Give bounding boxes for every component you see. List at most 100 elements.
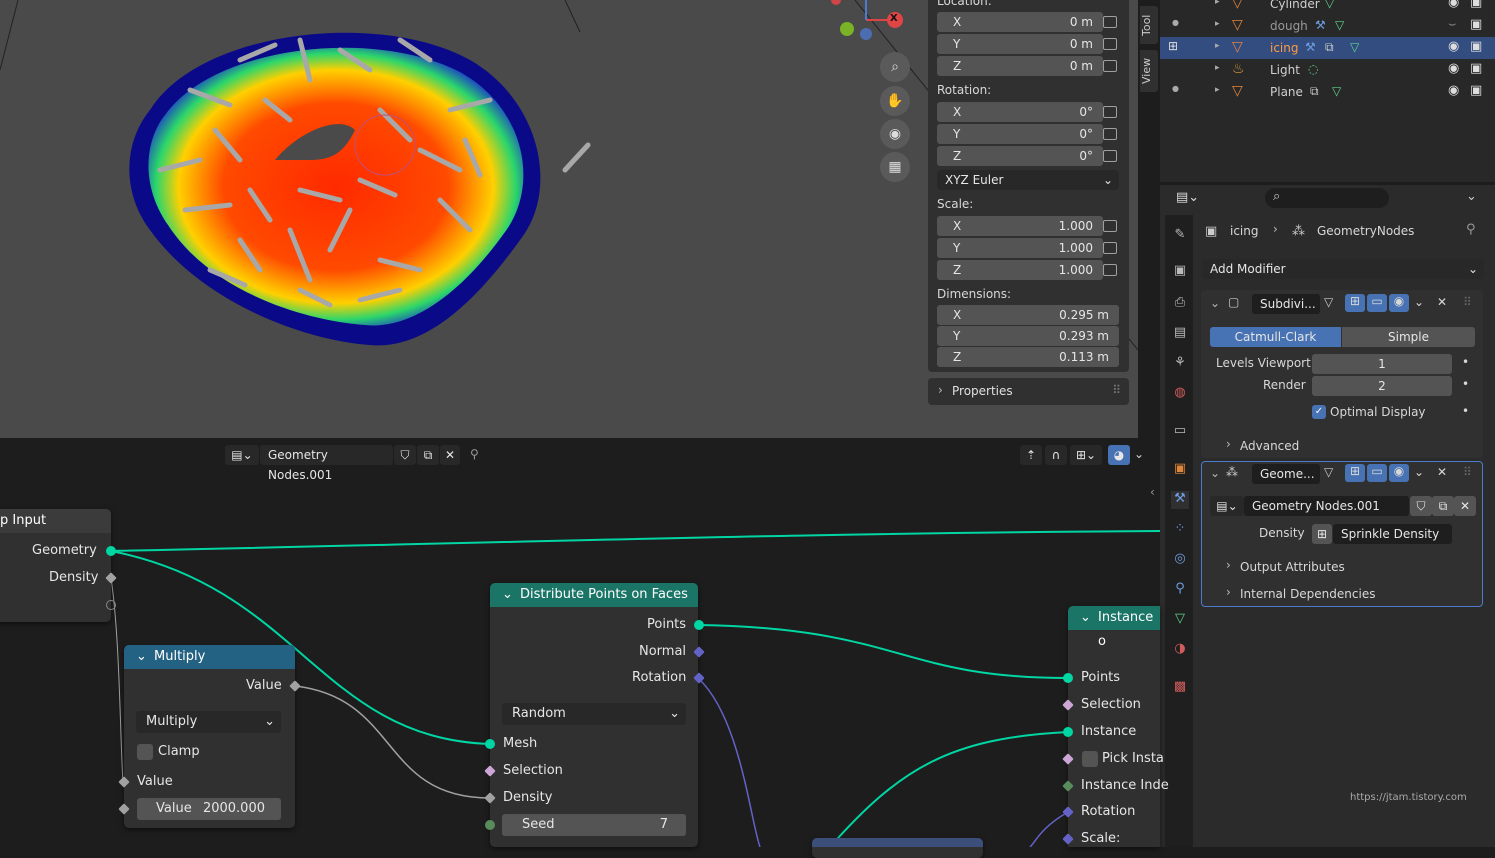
tab-tool[interactable]: Tool [1140,6,1158,44]
tab-catmull-clark[interactable]: Catmull-Clark [1210,327,1341,347]
drag-handle-icon[interactable]: ⠿ [1463,465,1472,479]
optimal-display-checkbox[interactable]: ✓ [1312,405,1326,419]
viewport-toggle-icon[interactable]: ▭ [1367,294,1387,312]
collection-tab-icon[interactable]: ▭ [1171,423,1189,441]
mesh-input-socket[interactable] [485,739,495,749]
lock-icon[interactable] [1103,16,1117,28]
operation-select[interactable]: Multiply ⌄ [136,711,281,733]
physics-tab-icon[interactable]: ◎ [1171,551,1189,569]
instance-header[interactable]: ⌄ Instance o [1068,606,1160,649]
distribute-header[interactable]: ⌄ Distribute Points on Faces [490,583,698,607]
scale-x-field[interactable]: X 1.000 [937,216,1103,236]
render-camera-icon[interactable]: ▣ [1470,0,1482,10]
expand-triangle-icon[interactable]: ▸ [1215,85,1220,95]
clamp-checkbox[interactable] [137,744,153,760]
add-modifier-select[interactable]: Add Modifier ⌄ [1202,259,1484,279]
tool-tab-icon[interactable]: ✎ [1171,227,1189,245]
lock-icon[interactable] [1103,220,1117,232]
dimension-y-field[interactable]: Y 0.293 m [937,326,1119,346]
search-input[interactable]: ⌕ [1265,188,1389,208]
outliner-row[interactable]: ● ▸ ▽ Plane ⧉ ▽ ◉ ▣ [1160,81,1495,103]
camera-view-icon[interactable]: ◉ [880,119,910,149]
empty-output-socket[interactable] [106,600,116,610]
lock-icon[interactable] [1103,150,1117,162]
location-z-field[interactable]: Z0 m [937,56,1103,76]
chevron-down-icon[interactable]: ⌄ [1414,295,1424,309]
node-group-browse-icon[interactable]: ▤⌄ [1210,496,1244,516]
expand-triangle-icon[interactable]: ▸ [1215,19,1220,29]
collapse-chevron-icon[interactable]: ⌄ [136,645,147,669]
render-toggle-icon[interactable]: ◉ [1389,294,1409,312]
rotation-x-field[interactable]: X 0° [937,102,1103,122]
seed-number-field[interactable]: Seed 7 [502,814,686,836]
geometry-output-socket[interactable] [106,546,116,556]
expand-triangle-icon[interactable]: ▸ [1215,0,1220,7]
chevron-right-icon[interactable]: › [1226,437,1231,451]
edit-mode-toggle-icon[interactable]: ▽ [1324,465,1333,479]
attribute-toggle-icon[interactable]: ⊞ [1312,524,1332,544]
group-input-node[interactable]: p Input [0,509,111,622]
texture-tab-icon[interactable]: ▩ [1171,679,1189,697]
render-camera-icon[interactable]: ▣ [1470,83,1482,98]
lock-icon[interactable] [1103,128,1117,140]
visibility-eye-icon[interactable]: ◉ [1448,0,1459,10]
zoom-icon[interactable]: ⌕ [880,52,910,82]
drag-handle-icon[interactable]: ⠿ [1463,295,1472,309]
pick-instance-checkbox[interactable] [1082,751,1098,767]
outliner-row-selected[interactable]: ⊞ ▸ ▽ icing ⚒ ⧉ ▽ ◉ ▣ [1160,37,1495,59]
levels-viewport-field[interactable]: 1 [1312,354,1452,374]
dimension-x-field[interactable]: X 0.295 m [937,305,1119,325]
location-x-field[interactable]: X0 m [937,12,1103,32]
object-tab-icon[interactable]: ▣ [1171,461,1189,479]
world-tab-icon[interactable]: ◍ [1171,385,1189,403]
location-y-field[interactable]: Y0 m [937,34,1103,54]
particles-tab-icon[interactable]: ⁘ [1171,521,1189,539]
scene-tab-icon[interactable]: ⚘ [1171,355,1189,373]
duplicate-icon[interactable]: ⧉ [1432,496,1454,516]
render-camera-icon[interactable]: ▣ [1470,17,1482,32]
keyframe-dot-icon[interactable]: • [1462,355,1469,369]
lock-icon[interactable] [1103,242,1117,254]
close-icon[interactable]: ✕ [1437,465,1447,479]
visibility-hidden-icon[interactable]: ⌣ [1448,17,1457,32]
tab-simple[interactable]: Simple [1342,327,1475,347]
expand-triangle-icon[interactable]: ▸ [1215,63,1220,73]
collapse-chevron-icon[interactable]: ⌄ [1080,606,1091,630]
chevron-right-icon[interactable]: › [1226,585,1231,599]
output-tab-icon[interactable]: ⎙ [1171,295,1189,313]
rotation-mode-select[interactable]: XYZ Euler ⌄ [937,170,1119,190]
close-icon[interactable]: ✕ [1437,295,1447,309]
points-input-socket[interactable] [1063,673,1073,683]
3d-viewport[interactable]: X ⌕ ✋ ◉ ▦ Location: X0 m Y0 m Z0 m Rotat… [0,0,1138,438]
lock-icon[interactable] [1103,60,1117,72]
collapse-chevron-icon[interactable]: ⌄ [1210,466,1220,480]
rotation-y-field[interactable]: Y 0° [937,124,1103,144]
render-toggle-icon[interactable]: ◉ [1389,464,1409,482]
viewport-toggle-icon[interactable]: ▭ [1367,464,1387,482]
tab-view[interactable]: View [1140,50,1158,92]
material-tab-icon[interactable]: ◑ [1171,641,1189,659]
outliner-row[interactable]: ▸ ▽ Cylinder ▽ ◉ ▣ [1160,0,1495,15]
advanced-subpanel[interactable]: Advanced [1240,439,1299,453]
collapse-chevron-icon[interactable]: ⌄ [1210,296,1220,310]
pan-hand-icon[interactable]: ✋ [880,86,910,116]
chevron-down-icon[interactable]: ⌄ [1466,189,1477,204]
lock-icon[interactable] [1103,106,1117,118]
on-cage-toggle-icon[interactable]: ⊞ [1345,294,1365,312]
data-tab-icon[interactable]: ▽ [1171,611,1189,629]
modifier-tab-icon[interactable]: ⚒ [1171,491,1189,509]
rotate-euler-node[interactable] [812,838,983,858]
subdivision-name-field[interactable]: Subdivi... [1252,294,1320,314]
geometry-nodes-name-field[interactable]: Geome... [1252,464,1320,484]
expand-triangle-icon[interactable]: ▸ [1215,41,1220,51]
on-cage-toggle-icon[interactable]: ⊞ [1345,464,1365,482]
lock-icon[interactable] [1103,264,1117,276]
visibility-eye-icon[interactable]: ◉ [1448,61,1459,76]
render-camera-icon[interactable]: ▣ [1470,39,1482,54]
node-group-name-field[interactable]: Geometry Nodes.001 [1244,496,1409,516]
keyframe-dot-icon[interactable]: • [1462,377,1469,391]
editor-type-icon[interactable]: ▤⌄ [1176,190,1199,205]
visibility-eye-icon[interactable]: ◉ [1448,39,1459,54]
outliner-row[interactable]: ▸ ♨ Light ◌ ◉ ▣ [1160,59,1495,81]
drag-handle-icon[interactable]: ⠿ [1112,383,1121,397]
